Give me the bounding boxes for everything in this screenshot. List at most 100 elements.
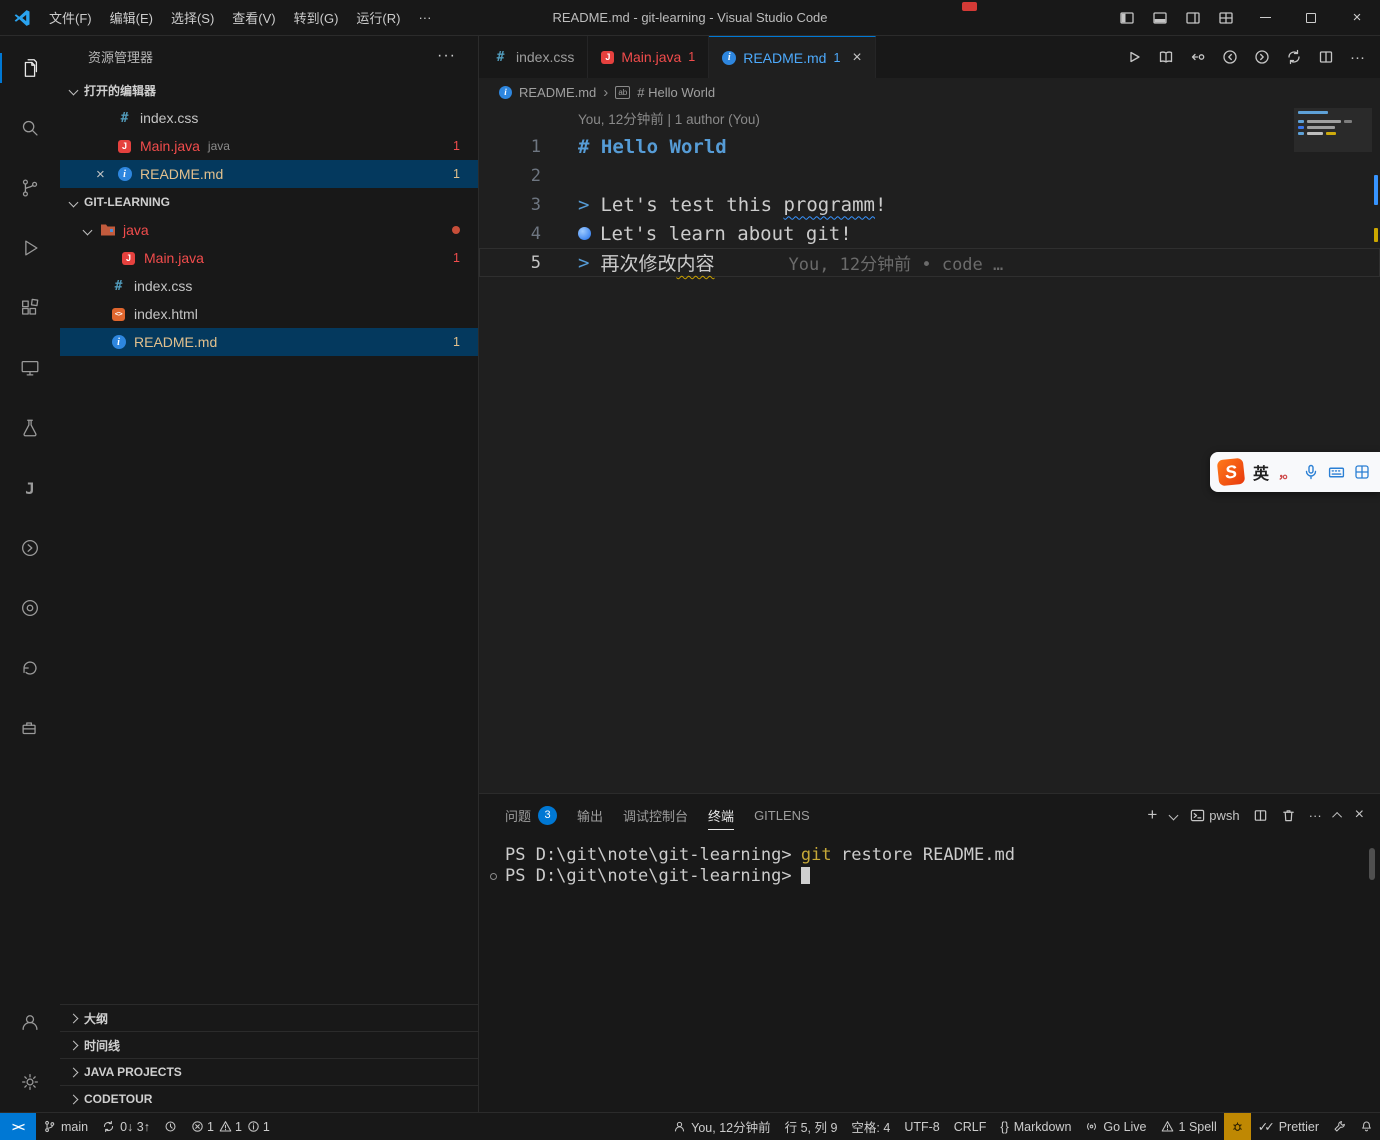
indentation-status[interactable]: 空格: 4: [844, 1113, 897, 1140]
new-terminal-icon[interactable]: +: [1147, 805, 1157, 825]
open-editor-item-indexcss[interactable]: # index.css: [60, 104, 478, 132]
sync-icon[interactable]: [1279, 43, 1308, 72]
next-change-icon[interactable]: [1247, 43, 1276, 72]
tools-status[interactable]: [1326, 1113, 1353, 1140]
run-debug-icon[interactable]: [0, 218, 60, 278]
menu-file[interactable]: 文件(F): [40, 4, 101, 31]
close-window-button[interactable]: ×: [1334, 0, 1380, 35]
explorer-icon[interactable]: [0, 38, 60, 98]
tab-problems[interactable]: 问题3: [495, 794, 567, 836]
menu-goto[interactable]: 转到(G): [285, 4, 348, 31]
section-codetour[interactable]: CODETOUR: [60, 1085, 478, 1112]
source-control-icon[interactable]: [0, 158, 60, 218]
split-terminal-icon[interactable]: [1253, 808, 1268, 823]
open-changes-icon[interactable]: [1183, 43, 1212, 72]
tab-output[interactable]: 输出: [567, 794, 613, 836]
prettier-status[interactable]: ✓✓ Prettier: [1251, 1113, 1326, 1140]
gitlens-icon[interactable]: [0, 518, 60, 578]
toggle-sidebar-icon[interactable]: [1110, 0, 1143, 35]
run-button[interactable]: [1119, 43, 1148, 72]
tab-readme[interactable]: i README.md 1 ×: [709, 36, 876, 78]
panel-more-actions-icon[interactable]: ···: [1309, 808, 1322, 823]
close-icon[interactable]: ×: [852, 49, 861, 67]
terminal-profile-dropdown-icon[interactable]: [1169, 810, 1179, 820]
customize-layout-icon[interactable]: [1209, 0, 1242, 35]
previous-change-icon[interactable]: [1215, 43, 1244, 72]
highlighted-extension-status[interactable]: [1224, 1113, 1251, 1140]
project-section-header[interactable]: GIT-LEARNING: [60, 188, 478, 216]
sogou-logo-icon[interactable]: S: [1217, 458, 1246, 487]
keyboard-icon[interactable]: [1328, 464, 1345, 481]
breadcrumb-symbol[interactable]: # Hello World: [637, 85, 715, 100]
branch-status[interactable]: main: [36, 1113, 95, 1140]
tree-item-mainjava[interactable]: J Main.java 1: [60, 244, 478, 272]
toolbox-icon[interactable]: [1354, 464, 1370, 480]
tab-terminal[interactable]: 终端: [698, 794, 744, 836]
terminal-profile[interactable]: pwsh: [1190, 808, 1239, 823]
encoding-status[interactable]: UTF-8: [897, 1113, 946, 1140]
minimap-slider[interactable]: [1294, 108, 1372, 152]
tab-indexcss[interactable]: # index.css: [479, 36, 588, 78]
open-editor-item-mainjava[interactable]: J Main.java java 1: [60, 132, 478, 160]
menu-selection[interactable]: 选择(S): [162, 4, 223, 31]
split-editor-icon[interactable]: [1311, 43, 1340, 72]
extensions-icon[interactable]: [0, 278, 60, 338]
toggle-panel-icon[interactable]: [1143, 0, 1176, 35]
codetour-icon[interactable]: [0, 578, 60, 638]
breadcrumb-file[interactable]: README.md: [519, 85, 596, 100]
menu-more-icon[interactable]: ···: [409, 6, 440, 29]
eol-status[interactable]: CRLF: [947, 1113, 994, 1140]
open-editors-header[interactable]: 打开的编辑器: [60, 76, 478, 104]
ime-punctuation-icon[interactable]: ，。: [1278, 463, 1294, 482]
kill-terminal-icon[interactable]: [1281, 808, 1296, 823]
command-decoration-icon[interactable]: [490, 873, 497, 880]
line-annotation-icon[interactable]: [578, 227, 591, 240]
explorer-more-actions-icon[interactable]: ···: [437, 51, 456, 61]
terminal-scrollbar[interactable]: [1369, 848, 1375, 880]
code-line-1[interactable]: 1 # Hello World: [479, 132, 1380, 161]
testing-icon[interactable]: [0, 398, 60, 458]
tree-item-readme[interactable]: i README.md 1: [60, 328, 478, 356]
remote-explorer-icon[interactable]: [0, 338, 60, 398]
ime-mode-indicator[interactable]: 英: [1253, 460, 1269, 484]
tree-item-indexhtml[interactable]: <> index.html: [60, 300, 478, 328]
notifications-bell[interactable]: [1353, 1113, 1380, 1140]
tree-item-folder-java[interactable]: java: [60, 216, 478, 244]
go-live-status[interactable]: Go Live: [1078, 1113, 1153, 1140]
open-editor-item-readme[interactable]: × i README.md 1: [60, 160, 478, 188]
editor-content[interactable]: You, 12分钟前 | 1 author (You) 1 # Hello Wo…: [479, 106, 1380, 793]
code-line-3[interactable]: 3 >Let's test this programm!: [479, 190, 1380, 219]
tree-item-indexcss[interactable]: # index.css: [60, 272, 478, 300]
maximize-button[interactable]: [1288, 0, 1334, 35]
code-line-4[interactable]: 4 Let's learn about git!: [479, 219, 1380, 248]
maximize-panel-icon[interactable]: [1332, 811, 1342, 821]
java-projects-icon[interactable]: J: [0, 458, 60, 518]
tab-mainjava[interactable]: J Main.java 1: [588, 36, 709, 78]
history-icon[interactable]: [0, 638, 60, 698]
close-panel-icon[interactable]: ×: [1355, 806, 1364, 824]
code-line-5[interactable]: 5 >再次修改内容You, 12分钟前 • code …: [479, 248, 1380, 277]
microphone-icon[interactable]: [1303, 464, 1319, 480]
sync-status[interactable]: 0↓ 3↑: [95, 1113, 157, 1140]
tab-debug-console[interactable]: 调试控制台: [613, 794, 698, 836]
blame-status[interactable]: You, 12分钟前: [666, 1113, 777, 1140]
gitlens-status[interactable]: [157, 1113, 184, 1140]
remote-indicator[interactable]: ><: [0, 1113, 36, 1140]
open-preview-icon[interactable]: [1151, 43, 1180, 72]
toggle-secondary-sidebar-icon[interactable]: [1176, 0, 1209, 35]
spell-checker-status[interactable]: 1 Spell: [1154, 1113, 1224, 1140]
section-timeline[interactable]: 时间线: [60, 1031, 478, 1058]
container-tools-icon[interactable]: [0, 698, 60, 758]
account-icon[interactable]: [0, 992, 60, 1052]
more-actions-icon[interactable]: ···: [1343, 43, 1372, 72]
minimize-button[interactable]: [1242, 0, 1288, 35]
language-mode[interactable]: {}Markdown: [993, 1113, 1078, 1140]
tab-gitlens[interactable]: GITLENS: [744, 794, 820, 836]
section-outline[interactable]: 大纲: [60, 1004, 478, 1031]
codelens-blame[interactable]: You, 12分钟前 | 1 author (You): [479, 108, 1380, 132]
menu-view[interactable]: 查看(V): [223, 4, 284, 31]
menu-run[interactable]: 运行(R): [347, 4, 409, 31]
settings-gear-icon[interactable]: [0, 1052, 60, 1112]
problems-status[interactable]: 1 1 1: [184, 1113, 277, 1140]
code-line-2[interactable]: 2: [479, 161, 1380, 190]
